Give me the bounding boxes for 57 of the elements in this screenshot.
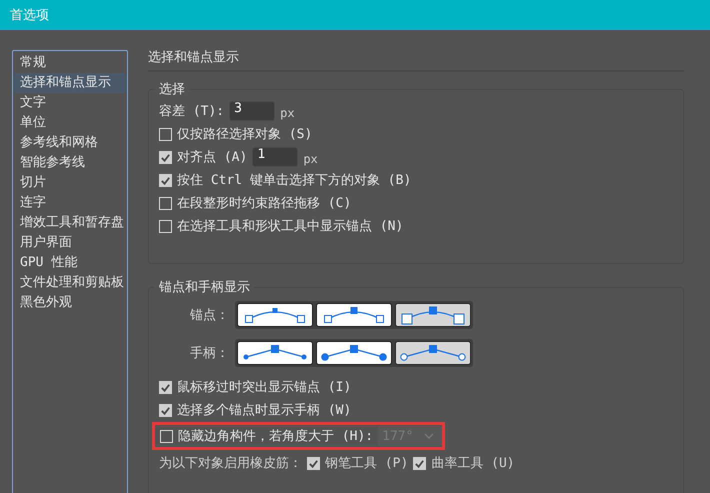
option-label: 在段整形时约束路径拖移 (C) xyxy=(177,195,352,212)
checkbox[interactable] xyxy=(159,380,172,394)
number-field[interactable]: 1 xyxy=(252,147,298,167)
group-title: 锚点和手柄显示 xyxy=(158,279,251,296)
section-heading: 选择和锚点显示 xyxy=(148,48,684,72)
anchor-curve-icon xyxy=(243,305,307,325)
category-item[interactable]: 选择和锚点显示 xyxy=(14,73,126,93)
category-item[interactable]: 黑色外观 xyxy=(14,293,126,313)
category-item[interactable]: 增效工具和暂存盘 xyxy=(14,213,126,233)
checkbox[interactable] xyxy=(159,220,172,232)
option-label: 隐藏边角构件，若角度大于 (H): xyxy=(178,428,374,445)
category-item[interactable]: 文字 xyxy=(14,93,126,113)
handle-line-icon xyxy=(398,343,468,363)
option-label: 钢笔工具 (P) xyxy=(325,455,408,472)
category-item[interactable]: 参考线和网格 xyxy=(14,133,126,153)
option-label: 按住 Ctrl 键单击选择下方的对象 (B) xyxy=(177,172,412,189)
checkbox[interactable] xyxy=(307,456,320,470)
checkbox[interactable] xyxy=(159,128,172,140)
handle-line-icon xyxy=(319,343,389,363)
handle-style-button[interactable] xyxy=(237,341,313,365)
option-label: 在选择工具和形状工具中显示锚点 (N) xyxy=(177,218,404,235)
checkbox[interactable] xyxy=(159,196,172,210)
option-label: 选择多个锚点时显示手柄 (W) xyxy=(177,402,352,419)
category-item[interactable]: 用户界面 xyxy=(14,233,126,253)
option-label: 鼠标移过时突出显示锚点 (I) xyxy=(177,379,352,396)
category-item[interactable]: 文件处理和剪贴板 xyxy=(14,273,126,293)
handle-style-button[interactable] xyxy=(395,341,471,365)
checkbox[interactable] xyxy=(159,404,172,416)
category-item[interactable]: 连字 xyxy=(14,193,126,213)
category-item[interactable]: 单位 xyxy=(14,113,126,133)
anchor-curve-icon xyxy=(401,305,465,325)
option-label: 对齐点 (A) xyxy=(177,149,248,166)
option-label: 为以下对象启用橡皮筋： xyxy=(159,455,302,472)
checkbox[interactable] xyxy=(159,150,172,164)
category-item[interactable]: 切片 xyxy=(14,173,126,193)
category-item[interactable]: 常规 xyxy=(14,53,126,73)
unit-label: px xyxy=(280,105,295,120)
group-title: 选择 xyxy=(158,81,186,98)
unit-label: px xyxy=(303,151,318,166)
checkbox[interactable] xyxy=(159,174,172,186)
handle-style-label: 手柄： xyxy=(189,345,230,362)
category-item[interactable]: GPU 性能 xyxy=(14,253,126,273)
anchor-style-button[interactable] xyxy=(316,303,392,327)
anchor-style-button[interactable] xyxy=(395,303,471,327)
window-title: 首选项 xyxy=(10,7,49,24)
anchor-style-label: 锚点： xyxy=(189,307,230,324)
category-item[interactable]: 智能参考线 xyxy=(14,153,126,173)
anchor-curve-icon xyxy=(322,305,386,325)
option-label: 仅按路径选择对象 (S) xyxy=(177,126,312,143)
tolerance-field[interactable]: 3 xyxy=(229,101,276,121)
field-label: 容差 (T): xyxy=(159,103,224,120)
chevron-down-icon xyxy=(424,433,434,439)
checkbox[interactable] xyxy=(413,456,426,470)
anchor-style-button[interactable] xyxy=(237,303,313,327)
option-label: 曲率工具 (U) xyxy=(431,455,515,472)
handle-style-button[interactable] xyxy=(316,341,392,365)
checkbox[interactable] xyxy=(160,430,173,442)
